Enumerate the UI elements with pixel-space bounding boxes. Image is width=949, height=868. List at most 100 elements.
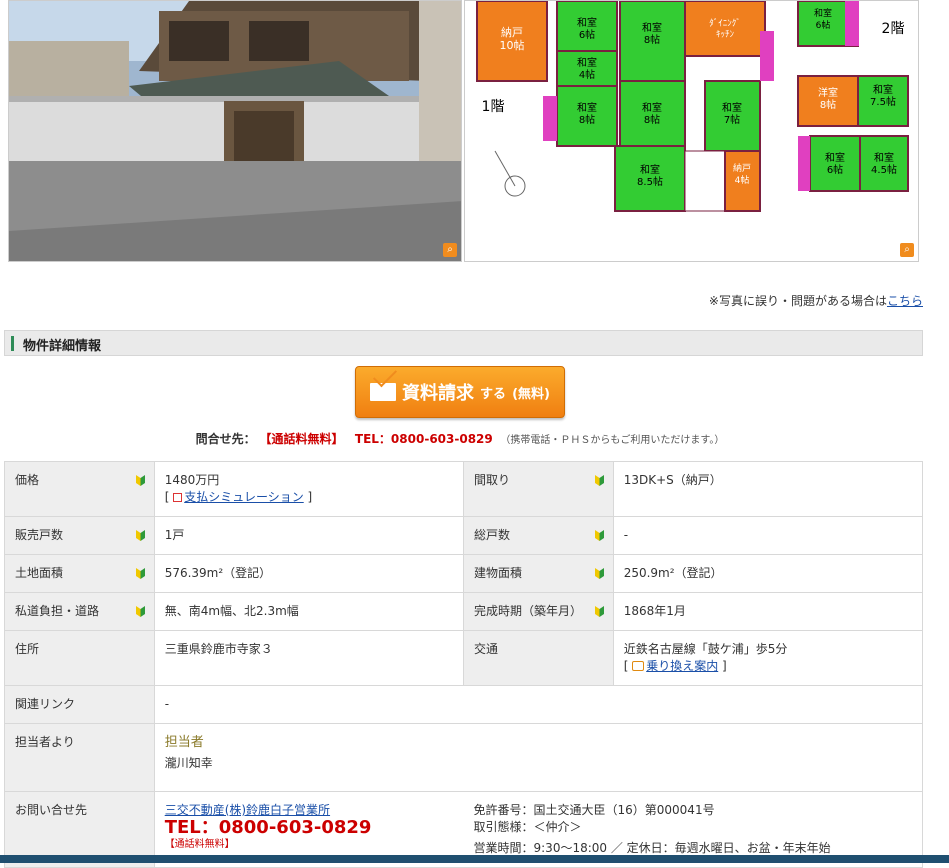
notice-text: ※写真に誤り・問題がある場合は bbox=[708, 294, 887, 308]
transport-label-cell: 交通 bbox=[463, 630, 614, 686]
svg-text:1階: 1階 bbox=[482, 99, 505, 115]
property-photo[interactable]: ⌕ bbox=[8, 0, 462, 262]
property-spec-table: 価格 1480万円[ 支払シミュレーション ] 間取り 13DK+S（納戸） 販… bbox=[4, 461, 924, 868]
svg-text:8帖: 8帖 bbox=[820, 98, 836, 111]
svg-text:6帖: 6帖 bbox=[579, 28, 595, 41]
house-photo-image bbox=[9, 1, 461, 261]
related-cell: - bbox=[153, 685, 924, 724]
price-label: 価格 bbox=[15, 473, 40, 487]
units-label: 販売戸数 bbox=[15, 528, 64, 542]
staff-name: 瀧川知幸 bbox=[164, 756, 213, 770]
svg-text:ｷｯﾁﾝ: ｷｯﾁﾝ bbox=[716, 29, 735, 40]
company-link[interactable]: 三交不動産(株)鈴鹿白子営業所 bbox=[165, 803, 330, 817]
transfer-guide-link[interactable]: 乗り換え案内 bbox=[646, 659, 718, 673]
beginner-mark-icon[interactable] bbox=[594, 474, 605, 487]
road-cell: 無、南4m幅、北2.3m幅 bbox=[153, 592, 465, 631]
svg-text:8.5帖: 8.5帖 bbox=[637, 175, 663, 188]
section-bar bbox=[11, 336, 14, 351]
svg-text:4帖: 4帖 bbox=[579, 68, 595, 81]
price-cell: 1480万円[ 支払シミュレーション ] bbox=[153, 461, 465, 517]
beginner-mark-icon[interactable] bbox=[594, 605, 605, 618]
transport-value: 近鉄名古屋線「鼓ケ浦」歩5分 bbox=[623, 642, 788, 656]
beginner-mark-icon[interactable] bbox=[135, 605, 146, 618]
svg-text:和室: 和室 bbox=[640, 163, 660, 176]
building-label: 建物面積 bbox=[474, 566, 523, 580]
svg-text:和室: 和室 bbox=[577, 56, 597, 69]
building-label-cell: 建物面積 bbox=[463, 554, 614, 593]
floorplan-image[interactable]: 納戸 10帖 和室 6帖 和室 8帖 ﾀﾞｲﾆﾝｸﾞ ｷｯﾁﾝ 和室 4帖 和室… bbox=[464, 0, 919, 262]
company-tel: TEL：0800-603-0829 bbox=[164, 817, 372, 838]
svg-text:2階: 2階 bbox=[882, 21, 905, 37]
svg-text:和室: 和室 bbox=[642, 21, 662, 34]
staff-role: 担当者 bbox=[164, 735, 204, 750]
zoom-icon[interactable]: ⌕ bbox=[443, 243, 457, 257]
road-label-cell: 私道負担・道路 bbox=[4, 592, 155, 631]
svg-text:納戸: 納戸 bbox=[733, 162, 751, 174]
section-header: 物件詳細情報 bbox=[4, 330, 923, 356]
contact-tel: TEL：0800-603-0829 bbox=[354, 432, 493, 446]
train-icon bbox=[632, 661, 645, 671]
svg-text:洋室: 洋室 bbox=[818, 86, 838, 99]
request-info-button[interactable]: 資料請求 する (無料) bbox=[355, 366, 565, 418]
beginner-mark-icon[interactable] bbox=[594, 567, 605, 580]
svg-text:和室: 和室 bbox=[722, 101, 742, 114]
deal-type: 取引態様：＜仲介＞ bbox=[473, 820, 582, 834]
land-cell: 576.39m²（登記） bbox=[153, 554, 465, 593]
beginner-mark-icon[interactable] bbox=[135, 567, 146, 580]
layout-cell: 13DK+S（納戸） bbox=[612, 461, 924, 517]
bottom-bar bbox=[0, 855, 949, 863]
svg-text:6帖: 6帖 bbox=[827, 163, 843, 176]
transport-cell: 近鉄名古屋線「鼓ケ浦」歩5分[ 乗り換え案内 ] bbox=[612, 630, 924, 686]
toll-free-label: 【通話料無料】 bbox=[259, 432, 344, 446]
request-sub-label: する bbox=[480, 386, 507, 402]
svg-text:和室: 和室 bbox=[873, 83, 893, 96]
land-label: 土地面積 bbox=[15, 566, 64, 580]
section-title: 物件詳細情報 bbox=[23, 339, 102, 354]
report-link[interactable]: こちら bbox=[887, 294, 923, 308]
mail-icon bbox=[370, 383, 397, 401]
road-label: 私道負担・道路 bbox=[15, 604, 100, 618]
svg-text:8帖: 8帖 bbox=[579, 113, 595, 126]
svg-text:4.5帖: 4.5帖 bbox=[871, 163, 897, 176]
building-cell: 250.9m²（登記） bbox=[612, 554, 924, 593]
svg-text:8帖: 8帖 bbox=[644, 113, 660, 126]
address-cell: 三重県鈴鹿市寺家３ bbox=[153, 630, 465, 686]
built-cell: 1868年1月 bbox=[612, 592, 924, 631]
staff-label-cell: 担当者より bbox=[4, 723, 155, 792]
related-label-cell: 関連リンク bbox=[4, 685, 155, 724]
svg-text:和室: 和室 bbox=[874, 151, 894, 164]
address-label-cell: 住所 bbox=[4, 630, 155, 686]
svg-text:7.5帖: 7.5帖 bbox=[870, 95, 896, 108]
contact-label: 問合せ先： bbox=[195, 432, 256, 446]
total-units-label: 総戸数 bbox=[474, 528, 511, 542]
total-units-cell: - bbox=[612, 516, 924, 555]
beginner-mark-icon[interactable] bbox=[135, 474, 146, 487]
svg-text:6帖: 6帖 bbox=[816, 19, 831, 31]
built-label: 完成時期（築年月） bbox=[474, 604, 583, 618]
units-cell: 1戸 bbox=[153, 516, 465, 555]
layout-label-cell: 間取り bbox=[463, 461, 614, 517]
svg-text:和室: 和室 bbox=[814, 7, 832, 19]
price-label-cell: 価格 bbox=[4, 461, 155, 517]
contact-note: （携帯電話・ＰＨＳからもご利用いただけます。） bbox=[500, 435, 725, 446]
floorplan-drawing: 納戸 10帖 和室 6帖 和室 8帖 ﾀﾞｲﾆﾝｸﾞ ｷｯﾁﾝ 和室 4帖 和室… bbox=[476, 1, 909, 212]
built-label-cell: 完成時期（築年月） bbox=[463, 592, 614, 631]
svg-text:10帖: 10帖 bbox=[500, 39, 525, 52]
photo-report-notice: ※写真に誤り・問題がある場合はこちら bbox=[709, 292, 923, 309]
zoom-icon[interactable]: ⌕ bbox=[900, 243, 914, 257]
units-label-cell: 販売戸数 bbox=[4, 516, 155, 555]
staff-cell: 担当者 瀧川知幸 bbox=[153, 723, 924, 792]
total-units-label-cell: 総戸数 bbox=[463, 516, 614, 555]
land-label-cell: 土地面積 bbox=[4, 554, 155, 593]
svg-text:8帖: 8帖 bbox=[644, 33, 660, 46]
beginner-mark-icon[interactable] bbox=[594, 529, 605, 542]
svg-text:7帖: 7帖 bbox=[724, 113, 740, 126]
simulation-icon bbox=[173, 493, 183, 502]
svg-text:和室: 和室 bbox=[577, 101, 597, 114]
beginner-mark-icon[interactable] bbox=[135, 529, 146, 542]
license-number: 免許番号：国土交通大臣（16）第000041号 bbox=[473, 803, 715, 817]
svg-text:和室: 和室 bbox=[825, 151, 845, 164]
price-value: 1480万円 bbox=[164, 473, 220, 487]
payment-simulation-link[interactable]: 支払シミュレーション bbox=[184, 490, 304, 504]
contact-line: 問合せ先： 【通話料無料】 TEL：0800-603-0829 （携帯電話・ＰＨ… bbox=[0, 430, 920, 447]
